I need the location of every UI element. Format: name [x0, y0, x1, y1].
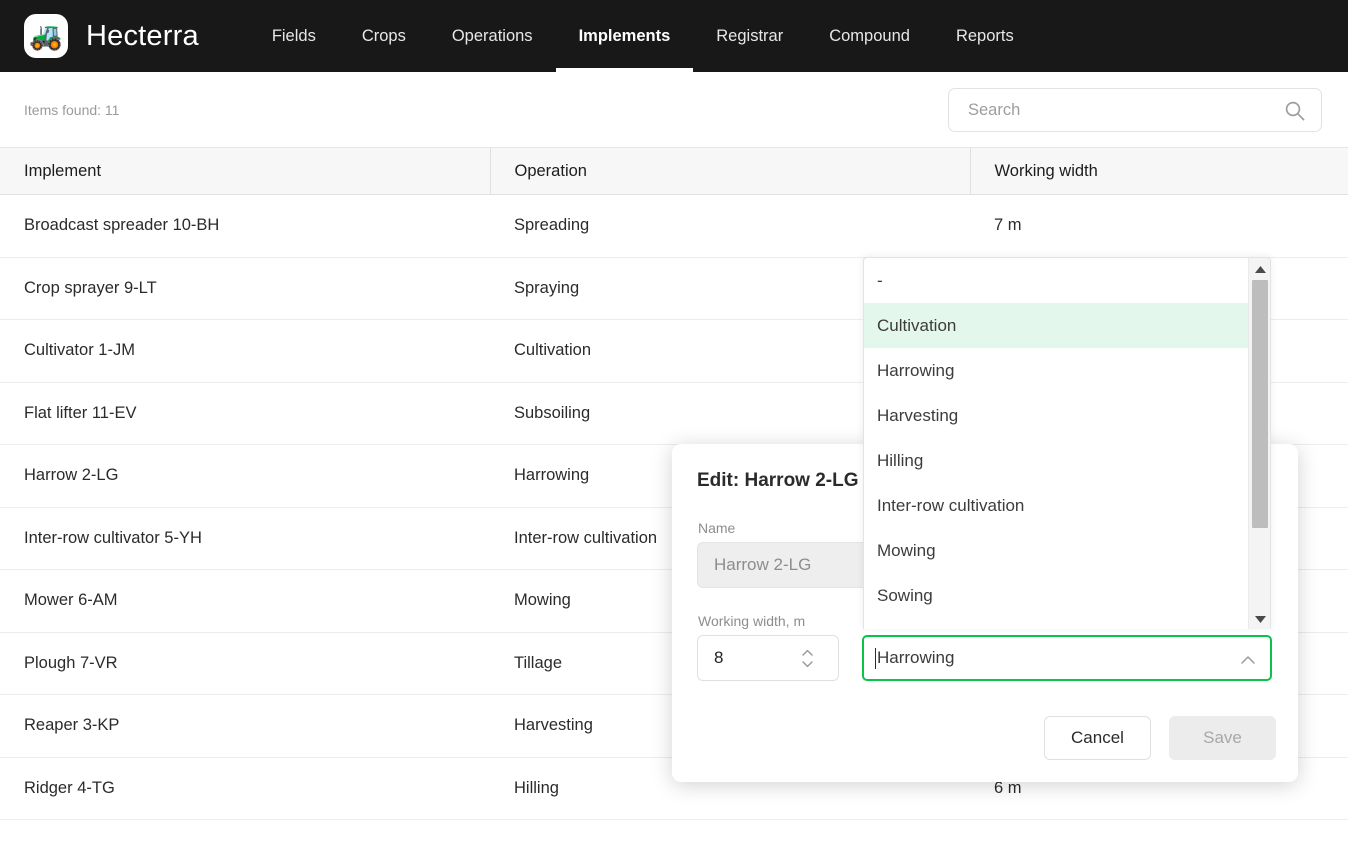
name-field-label: Name [698, 520, 736, 536]
modal-actions: Cancel Save [1044, 716, 1276, 760]
app-title: Hecterra [86, 19, 199, 52]
column-header-implement[interactable]: Implement [0, 147, 490, 195]
cell-working-width: 7 m [970, 194, 1348, 258]
column-header-operation[interactable]: Operation [489, 147, 970, 195]
table-header-row: Implement Operation Working width [0, 147, 1348, 195]
dropdown-option-none[interactable]: - [864, 258, 1250, 303]
cell-implement: Reaper 3-KP [0, 694, 490, 758]
working-width-stepper[interactable] [697, 635, 839, 681]
search-icon[interactable] [1284, 100, 1305, 121]
cell-implement: Harrow 2-LG [0, 444, 490, 508]
cell-implement: Crop sprayer 9-LT [0, 257, 490, 320]
nav-item-reports[interactable]: Reports [933, 0, 1037, 72]
table-row[interactable]: Broadcast spreader 10-BH Spreading 7 m [0, 194, 1348, 258]
nav-item-compound[interactable]: Compound [806, 0, 933, 72]
cell-operation: Spreading [490, 194, 970, 258]
tractor-logo-icon: 🚜 [24, 14, 68, 58]
cell-implement: Cultivator 1-JM [0, 319, 490, 383]
scroll-up-arrow-icon[interactable] [1249, 260, 1270, 278]
cell-implement: Inter-row cultivator 5-YH [0, 507, 490, 570]
nav-item-crops[interactable]: Crops [339, 0, 429, 72]
nav-item-operations[interactable]: Operations [429, 0, 556, 72]
scrollbar-thumb[interactable] [1252, 280, 1268, 528]
brand[interactable]: 🚜 Hecterra [24, 14, 199, 58]
search-input[interactable] [966, 90, 1266, 130]
working-width-field-label: Working width, m [698, 613, 806, 629]
nav-item-registrar[interactable]: Registrar [693, 0, 806, 72]
dropdown-options: - Cultivation Harrowing Harvesting Hilli… [864, 258, 1250, 629]
nav-item-implements[interactable]: Implements [555, 0, 694, 72]
cell-implement: Mower 6-AM [0, 569, 490, 633]
operation-combobox-value: Harrowing [877, 648, 955, 667]
chevron-up-icon[interactable] [1240, 652, 1256, 670]
search-box[interactable] [948, 88, 1322, 132]
save-button: Save [1169, 716, 1276, 760]
operation-combobox[interactable]: Harrowing [862, 635, 1272, 681]
dropdown-option-hilling[interactable]: Hilling [864, 438, 1250, 483]
main-navigation: Fields Crops Operations Implements Regis… [249, 0, 1037, 72]
cell-implement: Broadcast spreader 10-BH [0, 194, 490, 258]
column-header-working-width[interactable]: Working width [969, 147, 1348, 195]
app-header: 🚜 Hecterra Fields Crops Operations Imple… [0, 0, 1348, 72]
cell-implement: Flat lifter 11-EV [0, 382, 490, 445]
table-header: Implement Operation Working width [0, 147, 1348, 195]
dropdown-option-harvesting[interactable]: Harvesting [864, 393, 1250, 438]
dropdown-option-inter-row-cultivation[interactable]: Inter-row cultivation [864, 483, 1250, 528]
dropdown-option-mowing[interactable]: Mowing [864, 528, 1250, 573]
operation-dropdown-list: - Cultivation Harrowing Harvesting Hilli… [863, 257, 1271, 629]
dropdown-option-harrowing[interactable]: Harrowing [864, 348, 1250, 393]
scroll-down-arrow-icon[interactable] [1249, 610, 1270, 628]
cell-implement: Ridger 4-TG [0, 757, 490, 820]
dropdown-option-sowing[interactable]: Sowing [864, 573, 1250, 618]
stepper-arrows-icon[interactable] [794, 649, 820, 668]
dropdown-scrollbar[interactable] [1248, 258, 1270, 629]
working-width-input[interactable] [698, 637, 794, 679]
cancel-button[interactable]: Cancel [1044, 716, 1151, 760]
dropdown-option-cultivation[interactable]: Cultivation [864, 303, 1250, 348]
items-found-count: Items found: 11 [24, 101, 120, 118]
cell-implement: Plough 7-VR [0, 632, 490, 695]
nav-item-fields[interactable]: Fields [249, 0, 339, 72]
modal-title: Edit: Harrow 2-LG [697, 470, 859, 491]
text-cursor [875, 647, 876, 669]
